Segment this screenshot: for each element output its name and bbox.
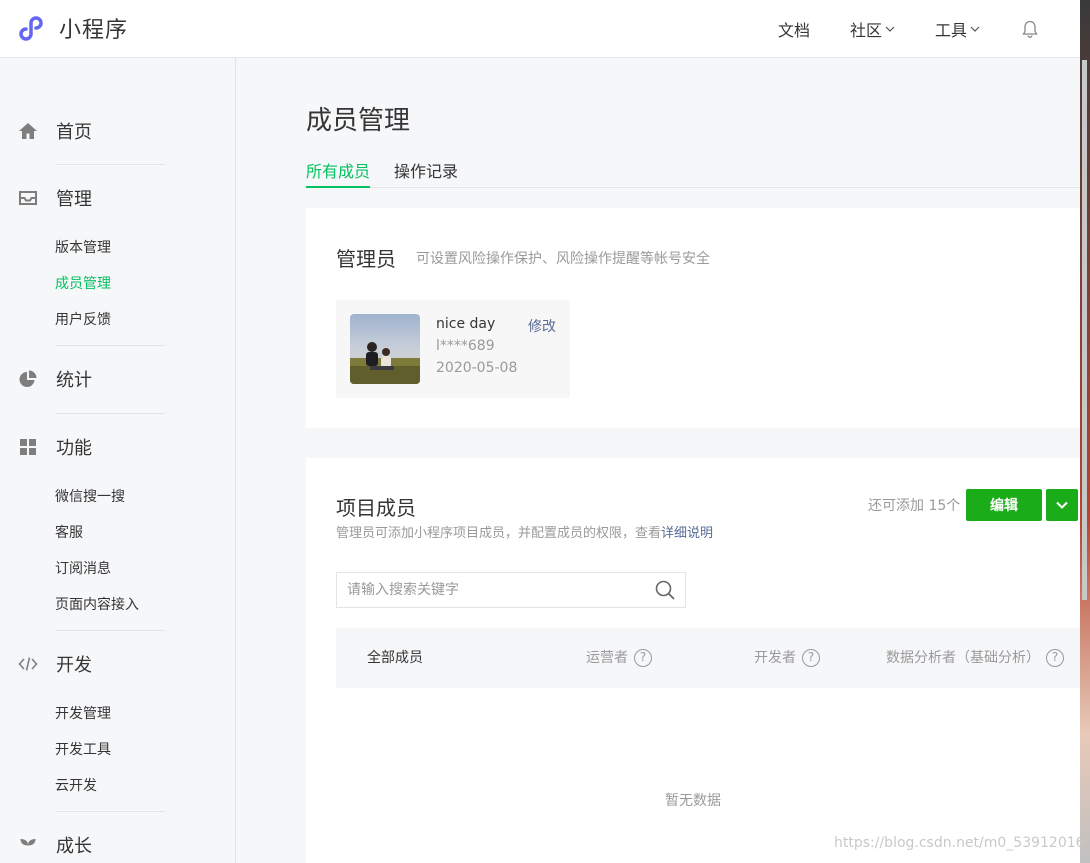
sidebar-item-features[interactable]: 功能 [0, 427, 236, 467]
sidebar-item-home[interactable]: 首页 [0, 111, 236, 151]
tab-operation-log[interactable]: 操作记录 [394, 158, 458, 188]
sidebar-divider [55, 413, 165, 414]
members-desc-text: 管理员可添加小程序项目成员，并配置成员的权限，查看 [336, 526, 662, 541]
sidebar-divider [55, 811, 165, 812]
sidebar-item-home-label: 首页 [56, 122, 92, 143]
sidebar-item-wechat-search[interactable]: 微信搜一搜 [0, 479, 236, 515]
sidebar-item-stats-label: 统计 [56, 370, 92, 391]
admin-card-desc: 可设置风险操作保护、风险操作提醒等帐号安全 [416, 251, 710, 267]
sidebar-item-dev-tools[interactable]: 开发工具 [0, 732, 236, 768]
empty-state: 暂无数据 [665, 793, 721, 809]
scrollbar[interactable] [1082, 60, 1087, 600]
column-all-members-label: 全部成员 [367, 650, 423, 666]
edit-members-button[interactable]: 编辑 [966, 489, 1042, 521]
avatar [350, 314, 420, 384]
admin-id: l****689 [436, 338, 495, 354]
sidebar-group-develop: 开发 开发管理 开发工具 云开发 [0, 644, 236, 804]
admin-name: nice day [436, 316, 496, 332]
sidebar-item-growth-label: 成长 [56, 836, 92, 857]
sidebar-item-members[interactable]: 成员管理 [0, 266, 236, 302]
sidebar-item-dev-manage[interactable]: 开发管理 [0, 696, 236, 732]
members-table-header: 全部成员 运营者? 开发者? 数据分析者（基础分析）? [336, 628, 1080, 688]
sidebar-item-cloud-dev[interactable]: 云开发 [0, 768, 236, 804]
logo[interactable]: 小程序 [18, 12, 128, 44]
grid-icon [0, 437, 56, 457]
nav-docs[interactable]: 文档 [778, 17, 810, 41]
sidebar-item-customer-service[interactable]: 客服 [0, 515, 236, 551]
column-operator: 运营者? [586, 628, 652, 688]
detail-link[interactable]: 详细说明 [661, 526, 713, 541]
miniprogram-logo-icon [19, 16, 43, 41]
sidebar-group-growth: 成长 [0, 825, 236, 863]
sidebar-item-subscribe-message[interactable]: 订阅消息 [0, 551, 236, 587]
pie-chart-icon [0, 369, 56, 389]
search-input[interactable] [347, 573, 637, 607]
sidebar-divider [55, 630, 165, 631]
sidebar-item-feedback[interactable]: 用户反馈 [0, 302, 236, 338]
sidebar-divider [55, 345, 165, 346]
column-developer-label: 开发者 [754, 650, 796, 666]
chevron-down-icon [1056, 501, 1068, 509]
column-data-analyst: 数据分析者（基础分析）? [886, 628, 1064, 688]
search-box [336, 572, 686, 608]
sidebar-divider [55, 164, 165, 165]
nav-docs-label: 文档 [777, 21, 810, 40]
sprout-icon [0, 835, 56, 855]
sidebar-item-growth[interactable]: 成长 [0, 825, 236, 863]
admin-card-title: 管理员 [336, 247, 396, 271]
sidebar-group-home: 首页 [0, 111, 236, 151]
top-header: 小程序 文档 社区 工具 [0, 0, 1080, 58]
more-options-button[interactable] [1046, 489, 1078, 521]
home-icon [0, 121, 56, 141]
bell-icon[interactable] [1020, 19, 1040, 39]
search-icon[interactable] [655, 580, 675, 600]
sidebar-item-version[interactable]: 版本管理 [0, 230, 236, 266]
sidebar-item-develop[interactable]: 开发 [0, 644, 236, 684]
edit-admin-link[interactable]: 修改 [528, 316, 556, 336]
nav-tools[interactable]: 工具 [935, 17, 980, 41]
app-name: 小程序 [59, 18, 129, 43]
help-icon[interactable]: ? [634, 649, 652, 667]
remaining-count: 还可添加 15个 [868, 498, 961, 514]
watermark: https://blog.csdn.net/m0_53912016 [834, 835, 1085, 851]
sidebar-item-develop-label: 开发 [56, 655, 92, 676]
sidebar-item-stats[interactable]: 统计 [0, 359, 236, 399]
column-all-members[interactable]: 全部成员 [367, 628, 423, 688]
nav-community-label: 社区 [849, 21, 882, 40]
sidebar-item-page-content[interactable]: 页面内容接入 [0, 587, 236, 623]
members-card: 项目成员 管理员可添加小程序项目成员，并配置成员的权限，查看详细说明 还可添加 … [306, 458, 1080, 863]
admin-date: 2020-05-08 [436, 360, 518, 376]
sidebar-item-manage[interactable]: 管理 [0, 178, 236, 218]
admin-info: nice day 修改 l****689 2020-05-08 [336, 300, 570, 398]
members-card-title: 项目成员 [336, 496, 416, 520]
chevron-down-icon [970, 26, 980, 32]
inbox-icon [0, 188, 56, 208]
sidebar-item-manage-label: 管理 [56, 189, 92, 210]
sidebar-group-features: 功能 微信搜一搜 客服 订阅消息 页面内容接入 [0, 427, 236, 623]
top-nav: 文档 社区 工具 [738, 0, 1040, 58]
column-developer: 开发者? [754, 628, 820, 688]
nav-community[interactable]: 社区 [850, 17, 895, 41]
sidebar-group-manage: 管理 版本管理 成员管理 用户反馈 [0, 178, 236, 338]
column-operator-label: 运营者 [586, 650, 628, 666]
admin-card: 管理员 可设置风险操作保护、风险操作提醒等帐号安全 nice day 修改 l*… [306, 208, 1080, 428]
nav-tools-label: 工具 [934, 21, 967, 40]
page-title: 成员管理 [306, 106, 411, 136]
tab-bar: 所有成员 操作记录 [306, 158, 1080, 188]
tab-all-members[interactable]: 所有成员 [306, 158, 370, 188]
chevron-down-icon [885, 26, 895, 32]
help-icon[interactable]: ? [802, 649, 820, 667]
column-data-analyst-label: 数据分析者（基础分析） [886, 650, 1040, 666]
code-icon [0, 654, 56, 674]
help-icon[interactable]: ? [1046, 649, 1064, 667]
sidebar-group-stats: 统计 [0, 359, 236, 399]
sidebar-item-features-label: 功能 [56, 438, 92, 459]
members-card-desc: 管理员可添加小程序项目成员，并配置成员的权限，查看详细说明 [336, 522, 713, 541]
sidebar: 首页 管理 版本管理 成员管理 用户反馈 统计 功能 微信搜一搜 客服 订阅消息… [0, 58, 236, 863]
